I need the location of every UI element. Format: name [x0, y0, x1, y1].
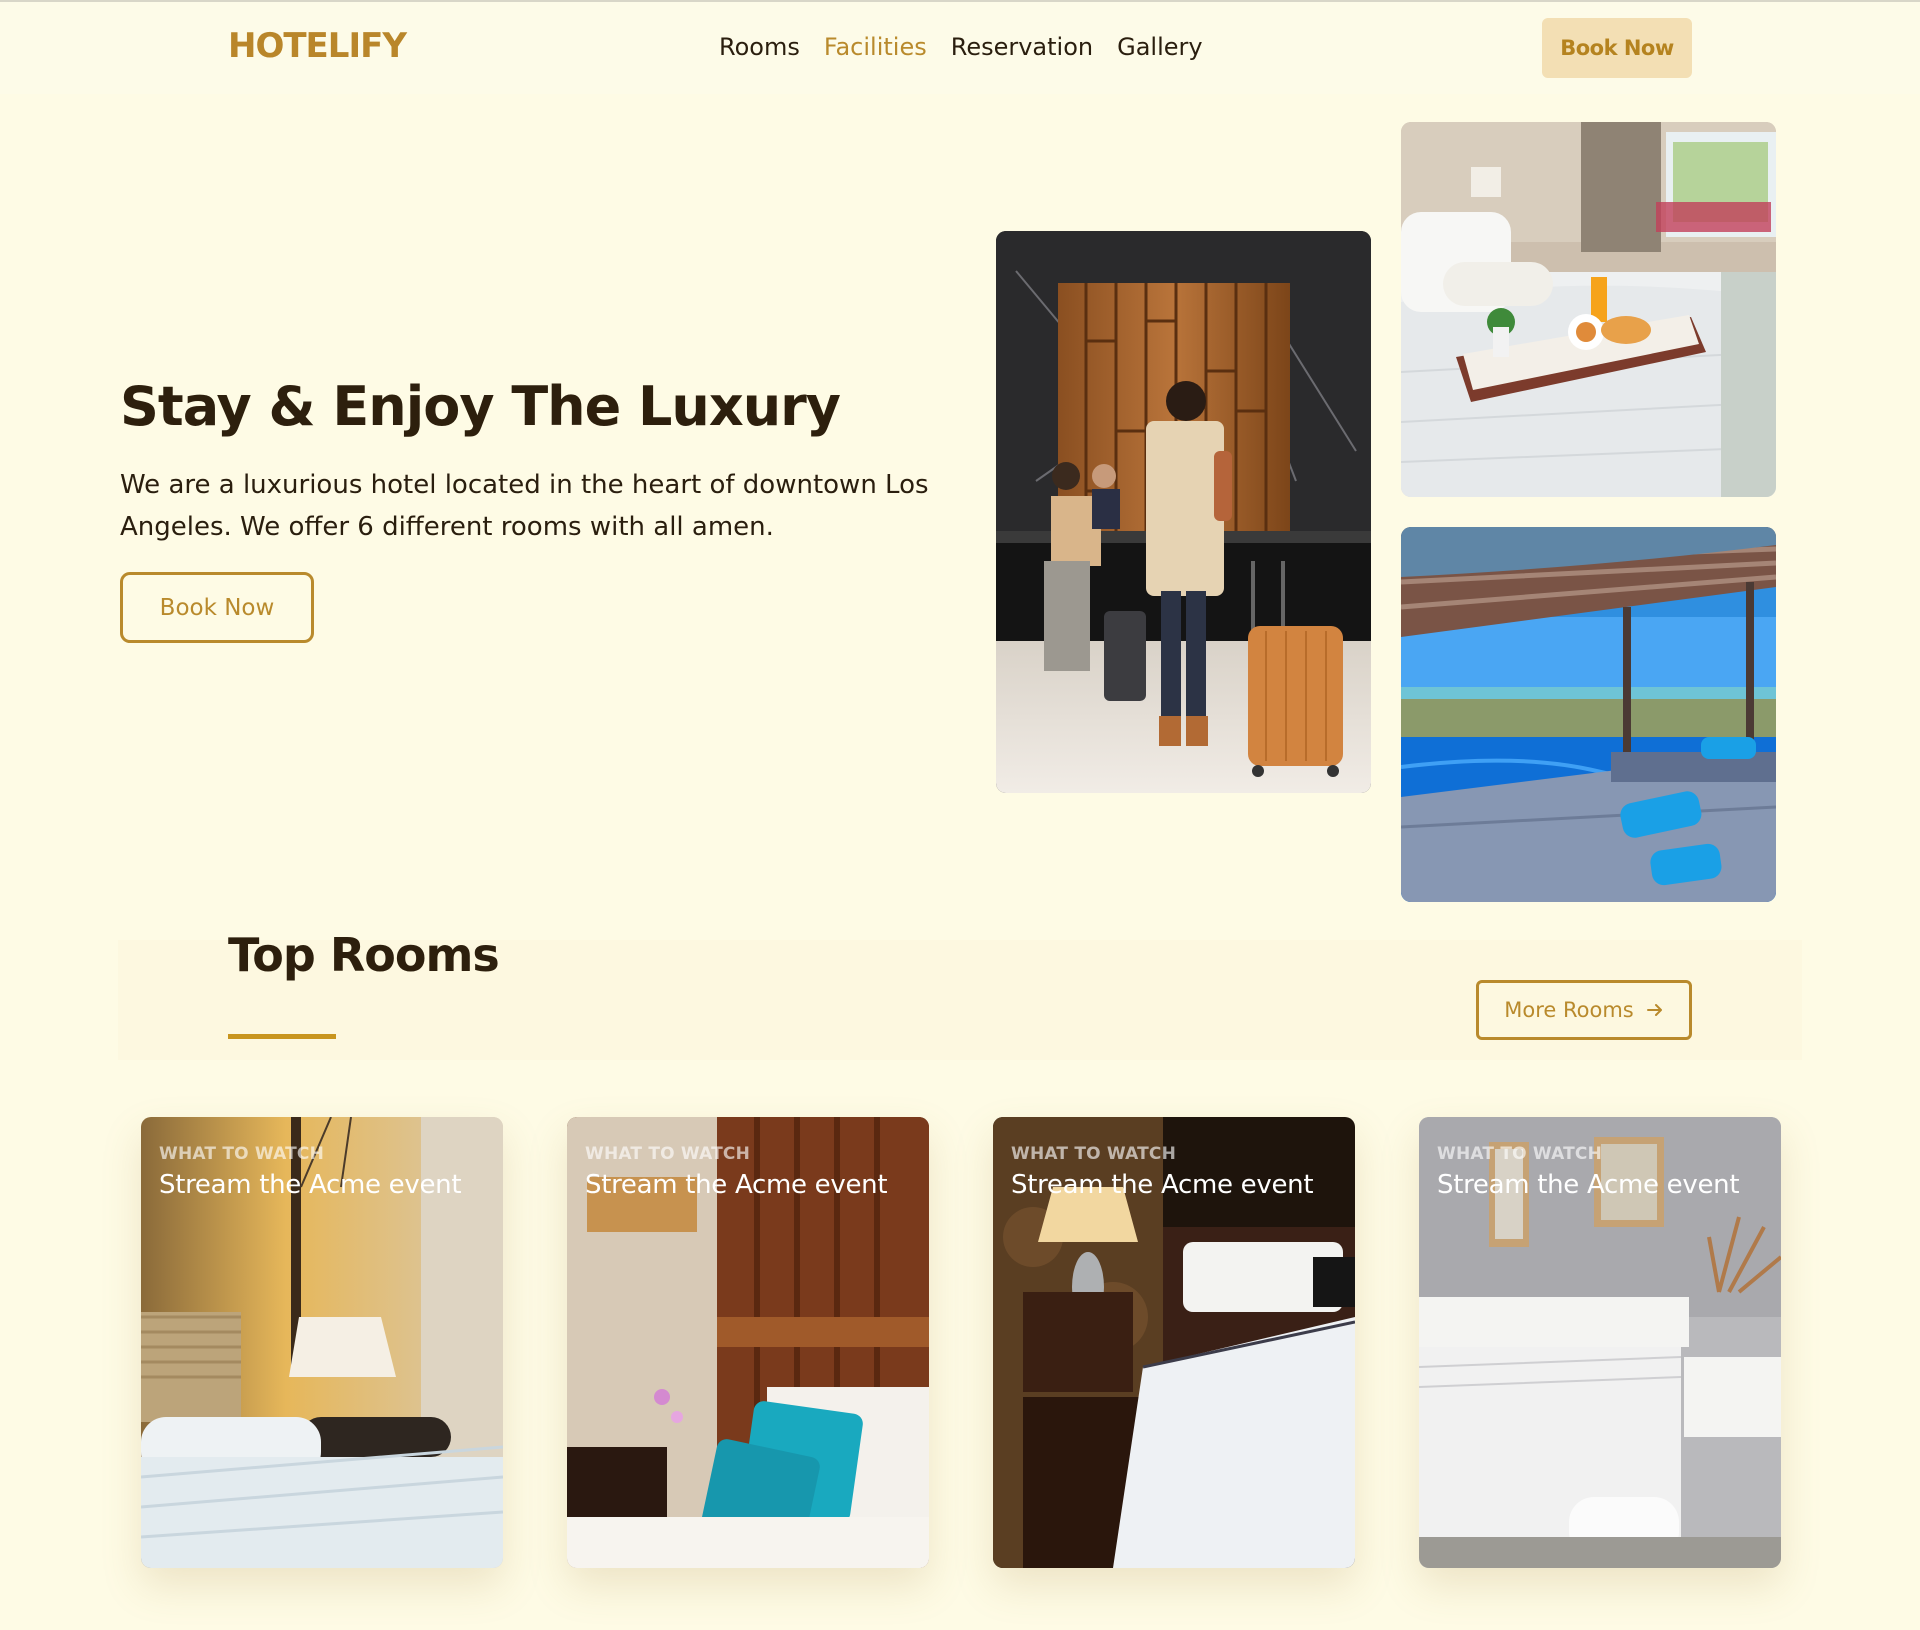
- breakfast-in-bed-photo: [1401, 122, 1776, 497]
- card-eyebrow: WHAT TO WATCH: [585, 1144, 751, 1164]
- nav-book-now-button[interactable]: Book Now: [1542, 18, 1692, 78]
- nav-links: Rooms Facilities Reservation Gallery: [719, 33, 1203, 61]
- room-card[interactable]: WHAT TO WATCH Stream the Acme event: [993, 1117, 1355, 1568]
- hero-book-now-button[interactable]: Book Now: [120, 572, 314, 643]
- hero-description: We are a luxurious hotel located in the …: [120, 470, 929, 542]
- room-card[interactable]: WHAT TO WATCH Stream the Acme event: [141, 1117, 503, 1568]
- logo[interactable]: HOTELIFY: [228, 26, 407, 66]
- nav-link-reservation[interactable]: Reservation: [951, 33, 1093, 61]
- arrow-right-icon: [1646, 1004, 1662, 1016]
- nav-link-facilities[interactable]: Facilities: [824, 33, 927, 61]
- more-rooms-label: More Rooms: [1504, 998, 1634, 1022]
- card-title: Stream the Acme event: [1011, 1170, 1314, 1200]
- navbar: HOTELIFY Rooms Facilities Reservation Ga…: [0, 2, 1920, 94]
- nav-link-rooms[interactable]: Rooms: [719, 33, 800, 61]
- card-eyebrow: WHAT TO WATCH: [1011, 1144, 1177, 1164]
- card-title: Stream the Acme event: [159, 1170, 462, 1200]
- pool-cabana-photo: [1401, 527, 1776, 902]
- top-rooms-title: Top Rooms: [228, 928, 500, 982]
- card-eyebrow: WHAT TO WATCH: [1437, 1144, 1603, 1164]
- hero-title: Stay & Enjoy The Luxury: [120, 375, 841, 438]
- room-card[interactable]: WHAT TO WATCH Stream the Acme event: [1419, 1117, 1781, 1568]
- card-eyebrow: WHAT TO WATCH: [159, 1144, 325, 1164]
- room-card[interactable]: WHAT TO WATCH Stream the Acme event: [567, 1117, 929, 1568]
- reception-photo: [996, 231, 1371, 793]
- nav-link-gallery[interactable]: Gallery: [1117, 33, 1202, 61]
- more-rooms-button[interactable]: More Rooms: [1476, 980, 1692, 1040]
- title-underline: [228, 1034, 336, 1039]
- card-title: Stream the Acme event: [1437, 1170, 1740, 1200]
- card-title: Stream the Acme event: [585, 1170, 888, 1200]
